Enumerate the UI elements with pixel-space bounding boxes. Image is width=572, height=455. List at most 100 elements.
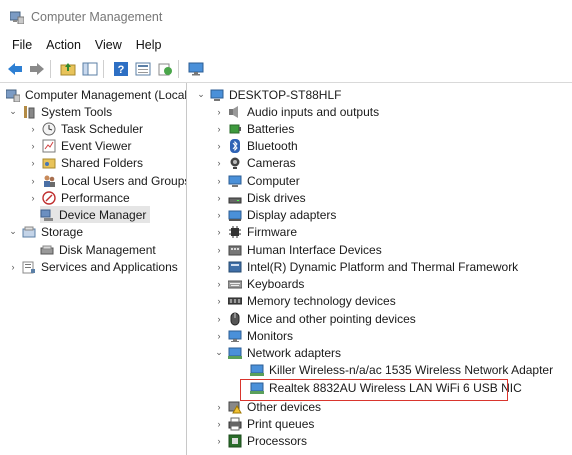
device-tree-root[interactable]: ⌄ DESKTOP-ST88HLF <box>196 86 341 103</box>
camera-icon <box>228 156 242 170</box>
device-category[interactable]: › Audio inputs and outputs <box>214 103 380 120</box>
device-category[interactable]: › Processors <box>214 432 308 449</box>
chevron-right-icon[interactable]: › <box>28 141 38 151</box>
tree-item-event-viewer[interactable]: › Event Viewer <box>28 137 132 154</box>
tree-item-storage[interactable]: ⌄ Storage <box>8 223 83 240</box>
chevron-right-icon[interactable]: › <box>28 176 38 186</box>
chevron-down-icon[interactable]: ⌄ <box>214 347 224 358</box>
disk-drive-icon <box>228 191 242 205</box>
chevron-right-icon[interactable]: › <box>214 419 224 429</box>
chevron-right-icon[interactable]: › <box>214 107 224 117</box>
device-category-label: Processors <box>247 433 308 448</box>
tree-item-system-tools[interactable]: ⌄ System Tools <box>8 103 112 120</box>
tree-item-label: Storage <box>41 224 84 239</box>
chevron-down-icon[interactable]: ⌄ <box>8 226 18 237</box>
properties-icon[interactable] <box>134 60 152 78</box>
chevron-right-icon[interactable]: › <box>28 124 38 134</box>
help-icon[interactable]: ? <box>112 60 130 78</box>
chevron-right-icon[interactable]: › <box>214 176 224 186</box>
chevron-right-icon[interactable]: › <box>214 158 224 168</box>
chevron-right-icon[interactable]: › <box>214 314 224 324</box>
chevron-right-icon[interactable]: › <box>214 210 224 220</box>
hid-icon <box>228 243 242 257</box>
device-category[interactable]: › Keyboards <box>214 275 305 292</box>
tree-item-label: Computer Management (Local <box>25 87 187 102</box>
chevron-right-icon[interactable]: › <box>214 402 224 412</box>
device-category[interactable]: › Mice and other pointing devices <box>214 310 416 327</box>
chevron-right-icon[interactable]: › <box>214 227 224 237</box>
chevron-right-icon[interactable]: › <box>214 279 224 289</box>
back-arrow-icon[interactable] <box>6 60 24 78</box>
device-category[interactable]: › Display adapters <box>214 206 337 223</box>
chevron-down-icon[interactable]: ⌄ <box>8 106 18 117</box>
chevron-right-icon[interactable]: › <box>214 436 224 446</box>
network-device-label: Killer Wireless-n/a/ac 1535 Wireless Net… <box>269 362 554 377</box>
processor-icon <box>228 434 242 448</box>
tree-item-device-manager[interactable]: Device Manager <box>40 206 150 223</box>
tree-item-shared-folders[interactable]: › Shared Folders <box>28 154 144 171</box>
menu-action[interactable]: Action <box>39 38 88 52</box>
device-category-label: Monitors <box>247 328 294 343</box>
chevron-down-icon[interactable]: ⌄ <box>196 89 206 100</box>
keyboard-icon <box>227 277 243 291</box>
up-folder-icon[interactable] <box>59 60 77 78</box>
device-category[interactable]: › Cameras <box>214 154 296 171</box>
memory-icon <box>227 294 243 308</box>
display-adapter-icon <box>228 208 242 222</box>
tree-item-label: Device Manager <box>59 207 147 222</box>
tree-item-performance[interactable]: › Performance <box>28 189 130 206</box>
tree-item-services[interactable]: › Services and Applications <box>8 258 178 275</box>
device-category-network-adapters[interactable]: ⌄ Network adapters <box>214 344 341 361</box>
chevron-right-icon[interactable]: › <box>214 262 224 272</box>
battery-icon <box>228 122 242 136</box>
device-category-label: Intel(R) Dynamic Platform and Thermal Fr… <box>247 259 519 274</box>
chevron-right-icon[interactable]: › <box>214 124 224 134</box>
computer-icon <box>210 88 224 102</box>
device-category[interactable]: › Monitors <box>214 327 294 344</box>
device-category[interactable]: › Intel(R) Dynamic Platform and Thermal … <box>214 258 519 275</box>
chevron-right-icon[interactable]: › <box>8 262 18 272</box>
device-manager-icon <box>40 208 54 222</box>
chevron-right-icon[interactable]: › <box>214 296 224 306</box>
chevron-right-icon[interactable]: › <box>28 193 38 203</box>
device-category-label: Network adapters <box>247 345 342 360</box>
chevron-right-icon[interactable]: › <box>214 193 224 203</box>
device-category[interactable]: › Print queues <box>214 415 315 432</box>
monitor-icon[interactable] <box>187 60 205 78</box>
window-title: Computer Management <box>31 10 163 24</box>
device-category[interactable]: › Batteries <box>214 120 295 137</box>
device-category[interactable]: › Memory technology devices <box>214 292 396 309</box>
disk-management-icon <box>40 243 54 257</box>
tree-item-label: Task Scheduler <box>61 121 144 136</box>
device-category[interactable]: › Human Interface Devices <box>214 241 382 258</box>
tree-item-local-users[interactable]: › Local Users and Groups <box>28 172 187 189</box>
tree-item-disk-management[interactable]: Disk Management <box>40 241 156 258</box>
menu-help[interactable]: Help <box>129 38 169 52</box>
chevron-right-icon[interactable]: › <box>214 331 224 341</box>
device-category[interactable]: › Disk drives <box>214 189 306 206</box>
chevron-right-icon[interactable]: › <box>214 141 224 151</box>
device-category[interactable]: › Computer <box>214 172 300 189</box>
console-tree: Computer Management (Local ⌄ System Tool… <box>0 83 187 455</box>
storage-icon <box>22 225 36 239</box>
show-hide-tree-icon[interactable] <box>81 60 99 78</box>
device-category[interactable]: › Firmware <box>214 223 298 240</box>
chevron-right-icon[interactable]: › <box>28 158 38 168</box>
highlight-annotation-box <box>240 379 508 401</box>
device-category[interactable]: › Bluetooth <box>214 137 298 154</box>
network-device[interactable]: Killer Wireless-n/a/ac 1535 Wireless Net… <box>250 361 553 378</box>
system-tools-icon <box>22 105 36 119</box>
tree-item-computer-management[interactable]: Computer Management (Local <box>5 86 187 103</box>
menu-view[interactable]: View <box>88 38 129 52</box>
title-bar: Computer Management <box>0 0 572 34</box>
tree-item-task-scheduler[interactable]: › Task Scheduler <box>28 120 144 137</box>
chevron-right-icon[interactable]: › <box>214 245 224 255</box>
menu-file[interactable]: File <box>5 38 39 52</box>
toolbar: ? <box>0 56 572 83</box>
forward-arrow-icon[interactable] <box>28 60 46 78</box>
device-category-label: Computer <box>247 173 300 188</box>
event-viewer-icon <box>42 139 56 153</box>
export-icon[interactable] <box>156 60 174 78</box>
tree-item-label: System Tools <box>41 104 113 119</box>
printer-icon <box>228 417 242 431</box>
